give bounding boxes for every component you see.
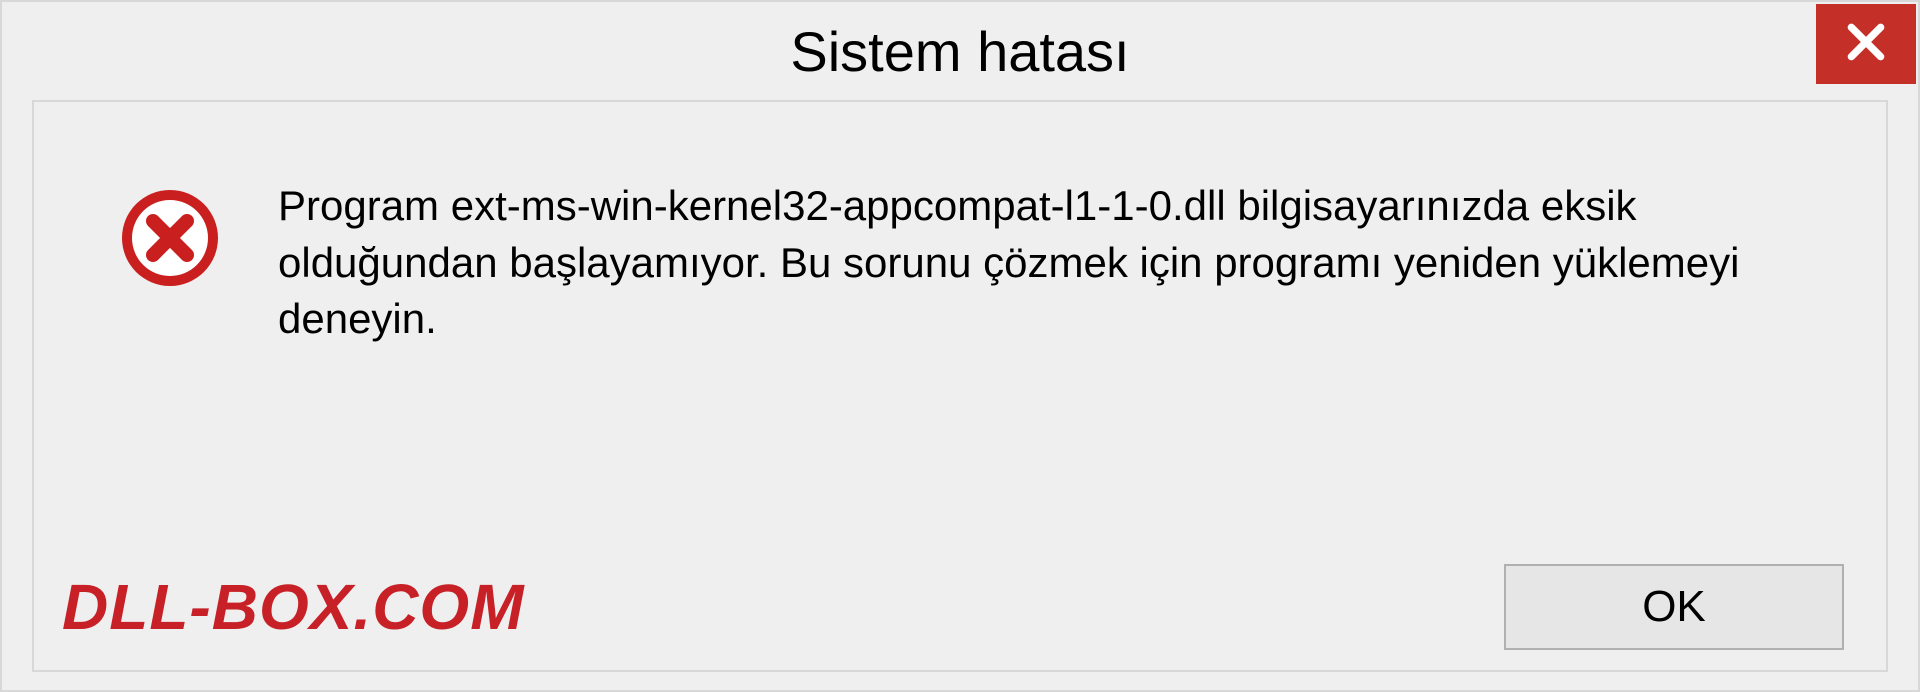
close-button[interactable] bbox=[1816, 4, 1916, 84]
error-icon bbox=[120, 188, 220, 288]
system-error-dialog: Sistem hatası Program ext-ms-win-kernel3… bbox=[0, 0, 1920, 692]
ok-button-label: OK bbox=[1642, 582, 1706, 632]
footer-row: DLL-BOX.COM OK bbox=[34, 564, 1886, 650]
close-icon bbox=[1844, 20, 1888, 69]
watermark-text: DLL-BOX.COM bbox=[62, 570, 525, 644]
error-message: Program ext-ms-win-kernel32-appcompat-l1… bbox=[278, 178, 1828, 348]
ok-button[interactable]: OK bbox=[1504, 564, 1844, 650]
content-row: Program ext-ms-win-kernel32-appcompat-l1… bbox=[34, 102, 1886, 348]
dialog-title: Sistem hatası bbox=[790, 19, 1129, 84]
dialog-body: Program ext-ms-win-kernel32-appcompat-l1… bbox=[32, 100, 1888, 672]
titlebar: Sistem hatası bbox=[2, 2, 1918, 100]
